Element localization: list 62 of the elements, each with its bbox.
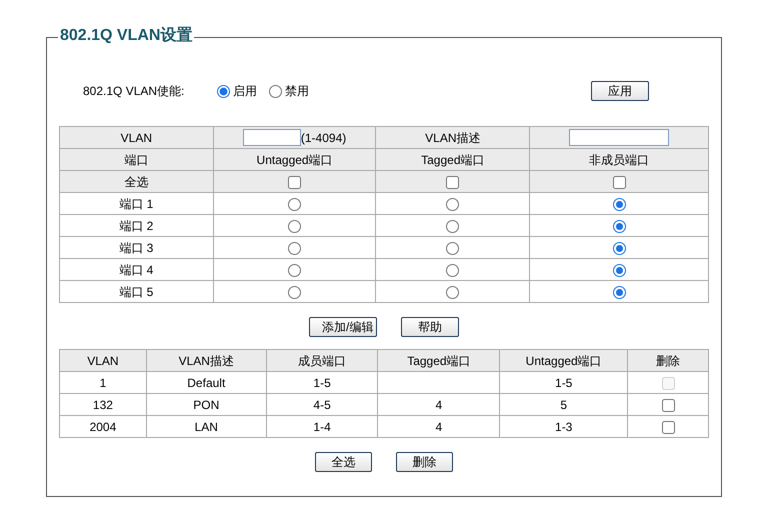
button[interactable]: 添加/编辑 <box>309 317 377 337</box>
header-cell: VLAN描述 <box>376 126 530 148</box>
radio-button[interactable] <box>288 220 302 233</box>
table-cell: PON <box>146 394 266 416</box>
radio-button[interactable] <box>612 242 626 255</box>
radio-button[interactable] <box>288 286 302 299</box>
radio-button[interactable] <box>269 84 282 98</box>
table-cell: 1-3 <box>500 416 628 438</box>
radio-button[interactable] <box>612 220 626 233</box>
row-label: 全选 <box>60 170 214 192</box>
button[interactable]: 删除 <box>396 452 453 472</box>
radio-button[interactable] <box>288 242 302 255</box>
checkbox[interactable] <box>288 176 302 189</box>
radio-button[interactable] <box>612 286 626 299</box>
checkbox[interactable] <box>662 420 675 434</box>
header-cell: VLAN <box>60 350 146 372</box>
row-label: 端口 4 <box>60 258 214 280</box>
checkbox[interactable] <box>662 398 675 412</box>
radio-button[interactable] <box>446 198 460 211</box>
header-cell: Tagged端口 <box>378 350 500 372</box>
section-title: 802.1Q VLAN设置 <box>58 26 194 46</box>
apply-button[interactable]: 应用 <box>591 81 649 101</box>
radio-button[interactable] <box>612 264 626 277</box>
row-label: 端口 2 <box>60 214 214 236</box>
range-hint: (1-4094) <box>300 130 346 146</box>
button[interactable]: 帮助 <box>401 317 459 337</box>
radio-button[interactable] <box>288 264 302 277</box>
table-cell: 132 <box>60 394 146 416</box>
radio-button[interactable] <box>446 264 460 277</box>
radio-button[interactable] <box>446 220 460 233</box>
header-cell: Untagged端口 <box>500 350 628 372</box>
table-cell: 4-5 <box>266 394 378 416</box>
radio-label[interactable]: 启用 <box>233 82 257 100</box>
header-cell: 成员端口 <box>266 350 378 372</box>
radio-button[interactable] <box>446 242 460 255</box>
checkbox[interactable] <box>446 176 460 189</box>
table-cell: 5 <box>500 394 628 416</box>
field-label: 802.1Q VLAN使能: <box>83 83 186 100</box>
table-cell: 1-5 <box>266 372 378 394</box>
row-label: 端口 1 <box>60 192 214 214</box>
checkbox[interactable] <box>612 176 626 189</box>
table-cell: LAN <box>146 416 266 438</box>
button[interactable]: 全选 <box>315 452 372 472</box>
vlan-id-field[interactable] <box>242 129 301 146</box>
table-cell: 1-5 <box>500 372 628 394</box>
radio-button[interactable] <box>446 286 460 299</box>
table-cell: 2004 <box>60 416 146 438</box>
table-cell: 1 <box>60 372 146 394</box>
row-label: 端口 5 <box>60 280 214 302</box>
radio-button[interactable] <box>288 198 302 211</box>
row-label: 端口 3 <box>60 236 214 258</box>
header-cell: 删除 <box>628 350 708 372</box>
radio-label[interactable]: 禁用 <box>285 82 309 100</box>
vlan-description-field[interactable] <box>569 129 670 146</box>
header-cell: VLAN描述 <box>146 350 266 372</box>
table-cell: 4 <box>378 416 500 438</box>
radio-button[interactable] <box>217 84 230 98</box>
radio-button[interactable] <box>612 198 626 211</box>
table-cell: Default <box>146 372 266 394</box>
table-cell: 1-4 <box>266 416 378 438</box>
header-cell: VLAN <box>60 126 214 148</box>
table-cell: 4 <box>378 394 500 416</box>
